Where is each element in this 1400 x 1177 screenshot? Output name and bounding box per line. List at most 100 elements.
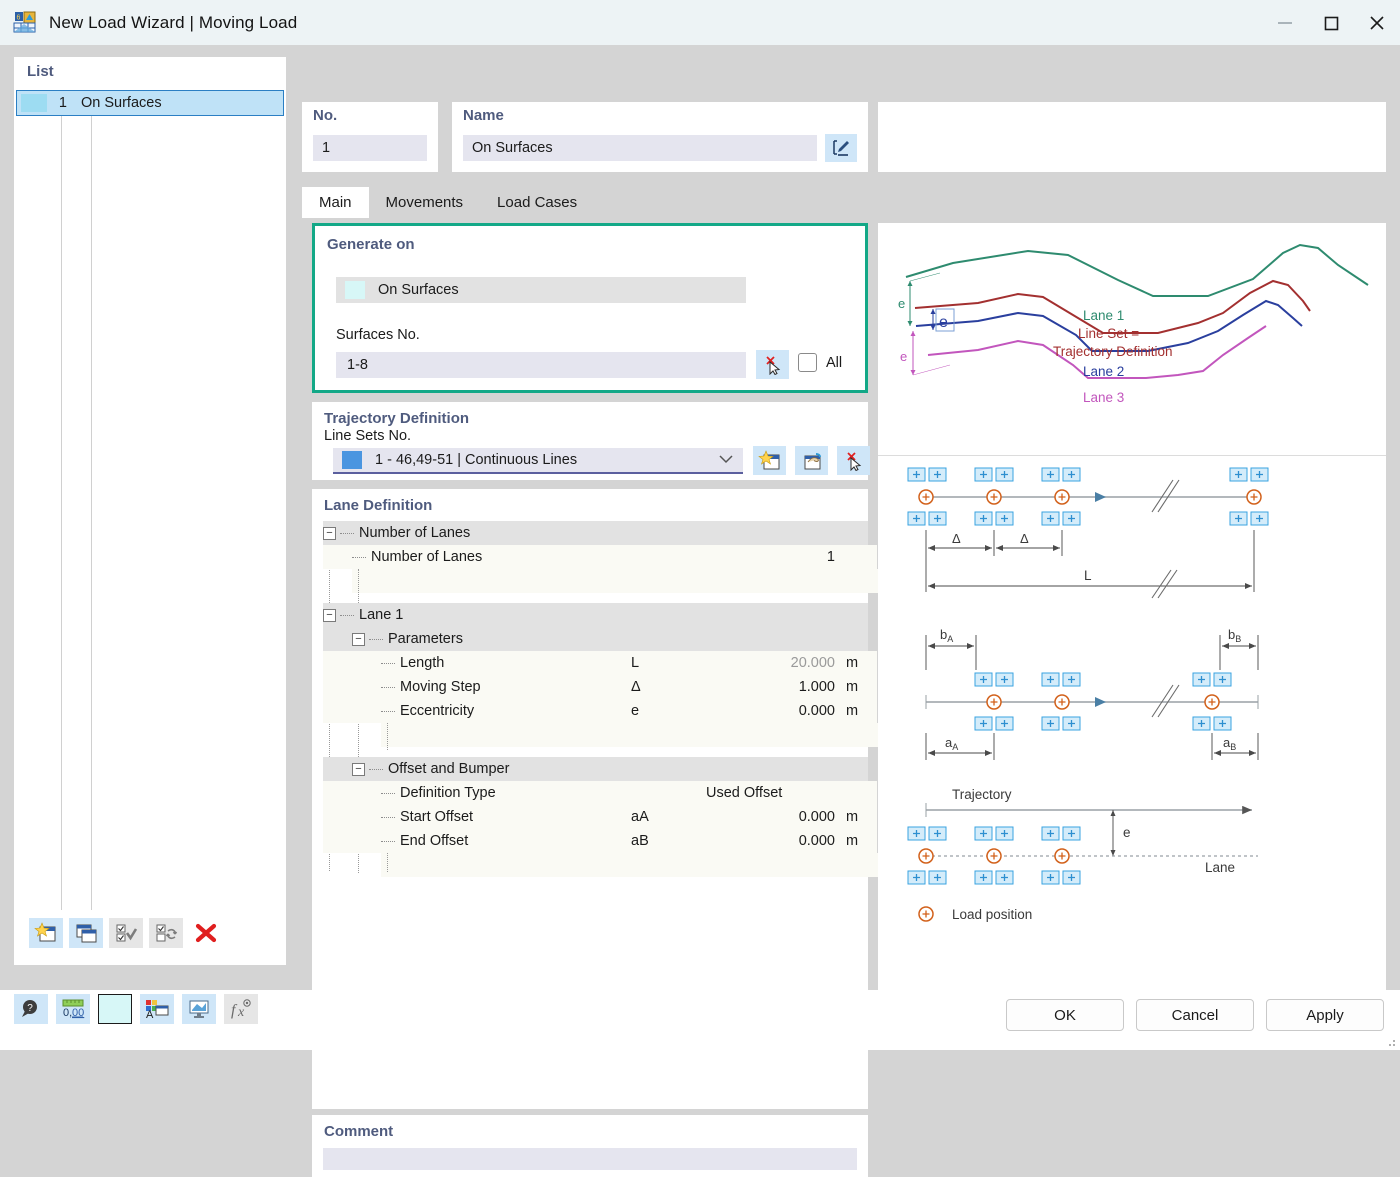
collapse-icon[interactable]: − (323, 608, 336, 622)
edit-hand-icon[interactable] (795, 446, 828, 475)
pick-line-set-button[interactable] (837, 446, 870, 475)
resize-grip[interactable] (1384, 1035, 1396, 1047)
no-label: No. (313, 107, 338, 124)
comment-input[interactable] (323, 1148, 857, 1170)
all-label: All (826, 354, 843, 371)
tree-row-value[interactable]: Used Offset (699, 781, 841, 805)
tree-row-value[interactable]: 1.000 (699, 675, 841, 699)
tree-group-label: Number of Lanes (359, 525, 471, 541)
tree-row-value[interactable]: 1 (699, 545, 841, 569)
display-properties-button[interactable]: A (140, 994, 174, 1024)
chevron-down-icon[interactable] (719, 452, 733, 468)
dialog-footer: ? 0, 00 A f x OK Cancel Apply (0, 990, 1400, 1050)
generate-on-color-swatch (345, 281, 365, 299)
tree-row-value[interactable]: 0.000 (699, 699, 841, 723)
list-toolbar (29, 918, 223, 948)
color-swatch-icon[interactable] (98, 994, 132, 1024)
tree-row[interactable]: Eccentricity e 0.000 m (323, 699, 877, 723)
tab-movements[interactable]: Movements (368, 187, 481, 218)
tree-row-value[interactable]: 0.000 (699, 829, 841, 853)
preview-panel (878, 102, 1386, 172)
list-item-label: On Surfaces (81, 95, 162, 111)
tab-bar: Main Movements Load Cases (302, 186, 595, 218)
tree-line (381, 816, 395, 818)
tab-main[interactable]: Main (302, 187, 369, 218)
edit-pencil-icon[interactable] (825, 134, 857, 162)
maximize-icon[interactable] (1308, 0, 1354, 45)
tree-row-symbol: e (625, 699, 699, 723)
minimize-icon[interactable] (1262, 0, 1308, 45)
surfaces-no-input[interactable]: 1-8 (336, 352, 746, 378)
ok-button[interactable]: OK (1006, 999, 1124, 1031)
tree-row[interactable]: End Offset aB 0.000 m (323, 829, 877, 853)
tree-group-row[interactable]: − Number of Lanes (323, 521, 868, 545)
copy-item-button[interactable] (69, 918, 103, 948)
collapse-icon[interactable]: − (352, 632, 365, 646)
delete-item-button[interactable] (189, 918, 223, 948)
lane-definition-tree: − Number of Lanes Number of Lanes 1 − La… (323, 521, 879, 877)
tree-row-value: 20.000 (699, 651, 841, 675)
generate-on-value: On Surfaces (378, 282, 459, 298)
tree-row-symbol (625, 545, 699, 569)
list-item[interactable]: 1 On Surfaces (16, 90, 284, 116)
collapse-icon[interactable]: − (323, 526, 336, 540)
tree-row-symbol: aB (625, 829, 699, 853)
footer-toolbar: ? 0, 00 A f x (14, 994, 258, 1024)
tree-subgroup-row[interactable]: − Offset and Bumper (323, 757, 868, 781)
tree-row-label: Moving Step (400, 679, 481, 695)
tree-row-unit (841, 545, 877, 569)
cancel-button[interactable]: Cancel (1136, 999, 1254, 1031)
tree-spacer (323, 747, 868, 757)
generate-on-section: Generate on On Surfaces Surfaces No. 1-8… (312, 223, 868, 393)
tree-row[interactable]: Start Offset aA 0.000 m (323, 805, 877, 829)
tree-row-label: Length (400, 655, 445, 671)
help-button[interactable]: ? (14, 994, 48, 1024)
tree-row[interactable]: Definition Type Used Offset (323, 781, 877, 805)
tree-row-label: Definition Type (400, 785, 496, 801)
apply-button[interactable]: Apply (1266, 999, 1384, 1031)
svg-text:6: 6 (17, 14, 21, 21)
tree-row[interactable]: Length L 20.000 m (323, 651, 877, 675)
b-a-label: bA (940, 627, 953, 644)
no-input[interactable]: 1 (313, 135, 427, 161)
tree-row-value[interactable]: 0.000 (699, 805, 841, 829)
formula-button[interactable]: f x (224, 994, 258, 1024)
all-checkbox[interactable] (798, 353, 817, 372)
collapse-icon[interactable]: − (352, 762, 365, 776)
close-icon[interactable] (1354, 0, 1400, 45)
new-line-set-button[interactable] (753, 446, 786, 475)
invert-selection-button[interactable] (149, 918, 183, 948)
new-item-button[interactable] (29, 918, 63, 948)
line-set-label-line1: Line Set = (1078, 326, 1139, 341)
trajectory-definition-title: Trajectory Definition (324, 410, 470, 427)
tree-line (381, 840, 395, 842)
surfaces-all-toggle[interactable]: All (798, 353, 842, 372)
load-wizard-icon: 6 (12, 11, 38, 35)
units-button[interactable]: 0, 00 (56, 994, 90, 1024)
panel-divider (878, 455, 1386, 456)
pick-cursor-x-icon[interactable] (756, 350, 789, 379)
tree-subgroup-label: Parameters (388, 631, 463, 647)
step-diagram: Δ Δ L (907, 467, 1269, 599)
list-panel: List 1 On Surfaces (14, 57, 286, 965)
list-column-divider-2 (91, 90, 92, 910)
tree-row-unit: m (841, 805, 877, 829)
length-label: L (1084, 568, 1092, 583)
tree-spacer (381, 723, 879, 747)
select-all-button[interactable] (109, 918, 143, 948)
tree-row[interactable]: Moving Step Δ 1.000 m (323, 675, 877, 699)
tree-row[interactable]: Number of Lanes 1 (323, 545, 877, 569)
tree-row-label: Eccentricity (400, 703, 475, 719)
comment-title: Comment (324, 1123, 394, 1140)
tree-subgroup-row[interactable]: − Parameters (323, 627, 868, 651)
visibility-button[interactable] (182, 994, 216, 1024)
surfaces-no-label: Surfaces No. (336, 327, 420, 343)
name-input[interactable]: On Surfaces (463, 135, 817, 161)
tab-load-cases[interactable]: Load Cases (480, 187, 595, 218)
svg-text:x: x (237, 1005, 245, 1020)
list-rows: 1 On Surfaces (16, 90, 284, 116)
generate-on-select[interactable]: On Surfaces (336, 277, 746, 303)
tree-group-row[interactable]: − Lane 1 (323, 603, 868, 627)
line-sets-select[interactable]: 1 - 46,49-51 | Continuous Lines (333, 448, 743, 474)
eccentricity-label: e (1123, 825, 1131, 840)
